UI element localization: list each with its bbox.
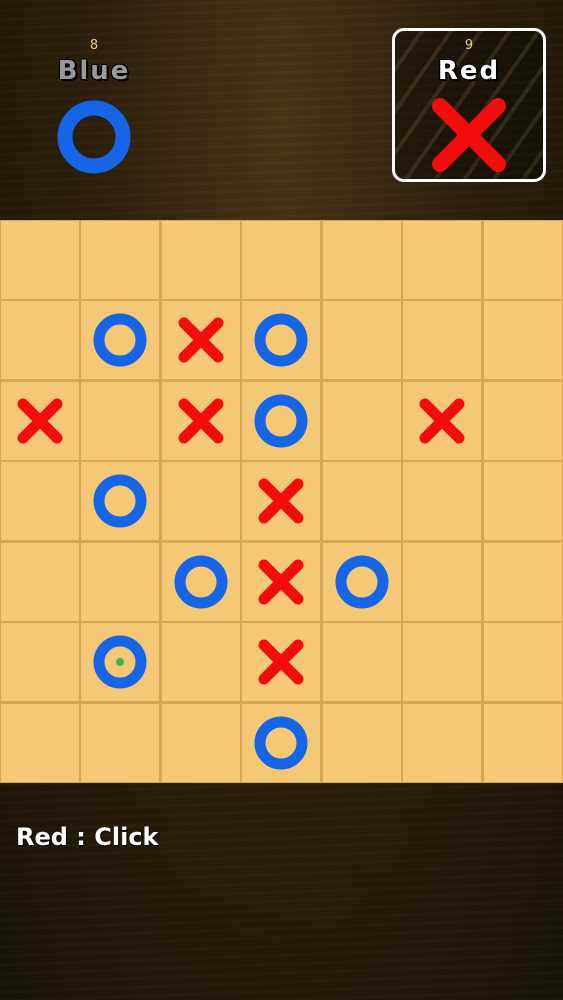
board-cell-r3-c6[interactable] — [484, 462, 562, 540]
board-cell-r4-c6[interactable] — [484, 543, 562, 621]
board-cell-r5-c2[interactable] — [162, 623, 240, 701]
x-mark-icon — [258, 639, 304, 685]
board-cell-r3-c5[interactable] — [403, 462, 481, 540]
o-icon — [57, 100, 131, 174]
board-cell-r5-c4[interactable] — [323, 623, 401, 701]
o-mark-icon — [335, 555, 389, 609]
board-cell-r2-c6[interactable] — [484, 382, 562, 460]
board-cell-r5-c5[interactable] — [403, 623, 481, 701]
o-mark-icon — [93, 474, 147, 528]
blue-player-name: Blue — [57, 56, 131, 86]
board-cell-r0-c6[interactable] — [484, 221, 562, 299]
board-cell-r1-c5[interactable] — [403, 301, 481, 379]
game-board — [0, 220, 563, 783]
x-mark-icon — [258, 559, 304, 605]
board-cell-r2-c0[interactable] — [1, 382, 79, 460]
board-cell-r0-c2[interactable] — [162, 221, 240, 299]
o-mark-icon — [174, 555, 228, 609]
board-cell-r0-c3[interactable] — [242, 221, 320, 299]
board-cell-r1-c0[interactable] — [1, 301, 79, 379]
turn-status: Red : Click — [16, 823, 159, 851]
board-cell-r6-c6[interactable] — [484, 704, 562, 782]
x-icon — [432, 98, 506, 172]
player-panel-blue: 8 Blue — [17, 28, 171, 182]
board-cell-r4-c4[interactable] — [323, 543, 401, 621]
board-cell-r0-c4[interactable] — [323, 221, 401, 299]
board-cell-r6-c5[interactable] — [403, 704, 481, 782]
board-cell-r1-c3[interactable] — [242, 301, 320, 379]
x-mark-icon — [178, 398, 224, 444]
x-mark-icon — [258, 478, 304, 524]
board-cell-r0-c1[interactable] — [81, 221, 159, 299]
board-cell-r3-c3[interactable] — [242, 462, 320, 540]
board-cell-r6-c2[interactable] — [162, 704, 240, 782]
x-mark-icon — [419, 398, 465, 444]
last-move-dot-icon — [116, 658, 124, 666]
board-cell-r3-c2[interactable] — [162, 462, 240, 540]
board-cell-r5-c6[interactable] — [484, 623, 562, 701]
board-cell-r0-c5[interactable] — [403, 221, 481, 299]
red-score: 9 — [464, 38, 474, 53]
x-mark-icon — [17, 398, 63, 444]
board-cell-r1-c2[interactable] — [162, 301, 240, 379]
o-mark-icon — [254, 394, 308, 448]
board-cell-r4-c5[interactable] — [403, 543, 481, 621]
board-cell-r2-c2[interactable] — [162, 382, 240, 460]
board-cell-r0-c0[interactable] — [1, 221, 79, 299]
board-cell-r6-c4[interactable] — [323, 704, 401, 782]
board-cell-r6-c3[interactable] — [242, 704, 320, 782]
board-cell-r1-c6[interactable] — [484, 301, 562, 379]
board-cell-r1-c4[interactable] — [323, 301, 401, 379]
player-panel-red: 9 Red — [392, 28, 546, 182]
o-mark-icon — [254, 313, 308, 367]
board-cell-r5-c3[interactable] — [242, 623, 320, 701]
o-mark-icon — [93, 635, 147, 689]
board-cell-r3-c1[interactable] — [81, 462, 159, 540]
board-cell-r2-c3[interactable] — [242, 382, 320, 460]
board-cell-r6-c1[interactable] — [81, 704, 159, 782]
board-cell-r4-c3[interactable] — [242, 543, 320, 621]
board-cell-r4-c1[interactable] — [81, 543, 159, 621]
red-player-name: Red — [437, 56, 501, 86]
board-cell-r5-c0[interactable] — [1, 623, 79, 701]
board-cell-r5-c1[interactable] — [81, 623, 159, 701]
board-cell-r1-c1[interactable] — [81, 301, 159, 379]
board-cell-r6-c0[interactable] — [1, 704, 79, 782]
board-cell-r4-c0[interactable] — [1, 543, 79, 621]
board-cell-r2-c5[interactable] — [403, 382, 481, 460]
board-cell-r3-c0[interactable] — [1, 462, 79, 540]
board-cell-r3-c4[interactable] — [323, 462, 401, 540]
board-cell-r2-c1[interactable] — [81, 382, 159, 460]
blue-score: 8 — [89, 38, 99, 53]
o-mark-icon — [93, 313, 147, 367]
board-cell-r4-c2[interactable] — [162, 543, 240, 621]
board-cell-r2-c4[interactable] — [323, 382, 401, 460]
o-mark-icon — [254, 716, 308, 770]
x-mark-icon — [178, 317, 224, 363]
